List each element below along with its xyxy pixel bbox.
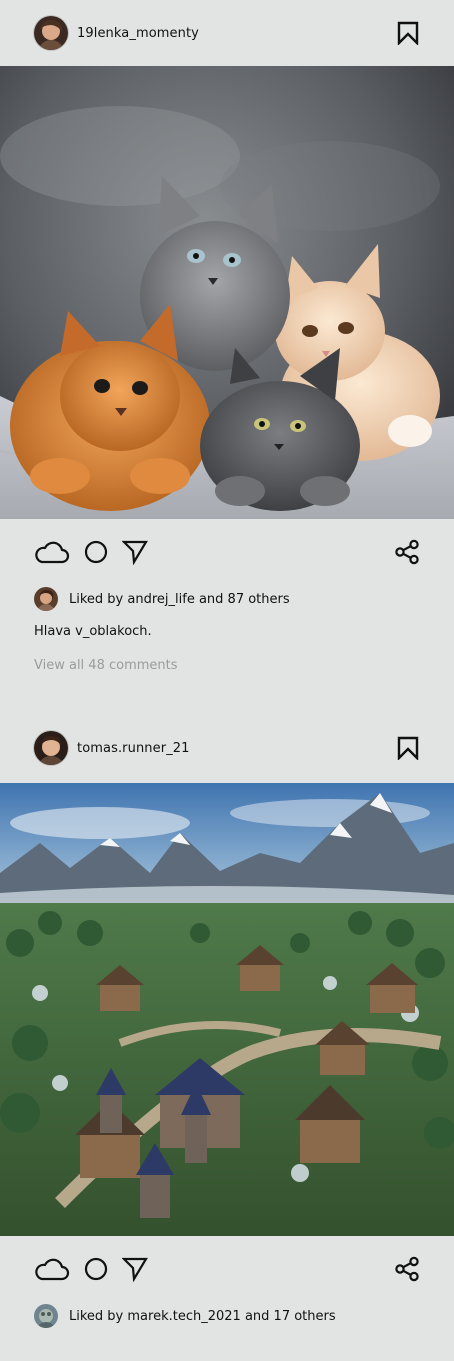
bookmark-icon[interactable] xyxy=(396,735,420,761)
post-image[interactable] xyxy=(0,66,454,519)
liked-suffix[interactable]: and 17 others xyxy=(245,1309,336,1324)
cloud-icon[interactable] xyxy=(34,1257,70,1281)
post-actions xyxy=(0,1236,454,1302)
likes-row: Liked by andrej_life and 87 others xyxy=(0,585,454,613)
post: 19lenka_momenty Liked by andrej_life and… xyxy=(0,0,454,713)
share-icon[interactable] xyxy=(394,1256,420,1282)
likes-row: Liked by marek.tech_2021 and 17 others xyxy=(0,1302,454,1330)
liked-by-text: Liked by andrej_life and 87 others xyxy=(69,592,290,607)
liked-prefix: Liked by xyxy=(69,591,124,607)
post-image[interactable] xyxy=(0,783,454,1236)
send-arrow-icon[interactable] xyxy=(122,1256,148,1282)
circle-icon[interactable] xyxy=(83,1256,109,1282)
avatar[interactable] xyxy=(34,587,58,611)
liked-suffix[interactable]: and 87 others xyxy=(199,592,290,607)
liked-by-text: Liked by marek.tech_2021 and 17 others xyxy=(69,1309,336,1324)
feed: 19lenka_momenty Liked by andrej_life and… xyxy=(0,0,454,1330)
avatar[interactable] xyxy=(34,16,68,50)
avatar[interactable] xyxy=(34,1304,58,1328)
post-gap xyxy=(0,677,454,713)
post-header: 19lenka_momenty xyxy=(0,0,454,66)
post-header: tomas.runner_21 xyxy=(0,713,454,783)
share-icon[interactable] xyxy=(394,539,420,565)
liked-by-user[interactable]: andrej_life xyxy=(127,592,194,607)
send-arrow-icon[interactable] xyxy=(122,539,148,565)
circle-icon[interactable] xyxy=(83,539,109,565)
post: tomas.runner_21 Liked by marek.tech_2021… xyxy=(0,713,454,1330)
username[interactable]: tomas.runner_21 xyxy=(77,741,396,756)
bookmark-icon[interactable] xyxy=(396,20,420,46)
cloud-icon[interactable] xyxy=(34,540,70,564)
username[interactable]: 19lenka_momenty xyxy=(77,26,396,41)
liked-by-user[interactable]: marek.tech_2021 xyxy=(127,1309,240,1324)
post-actions xyxy=(0,519,454,585)
liked-prefix: Liked by xyxy=(69,1308,124,1324)
post-caption: Hlava v_oblakoch. xyxy=(34,624,152,639)
view-comments-link[interactable]: View all 48 comments xyxy=(0,655,454,677)
avatar[interactable] xyxy=(34,731,68,765)
